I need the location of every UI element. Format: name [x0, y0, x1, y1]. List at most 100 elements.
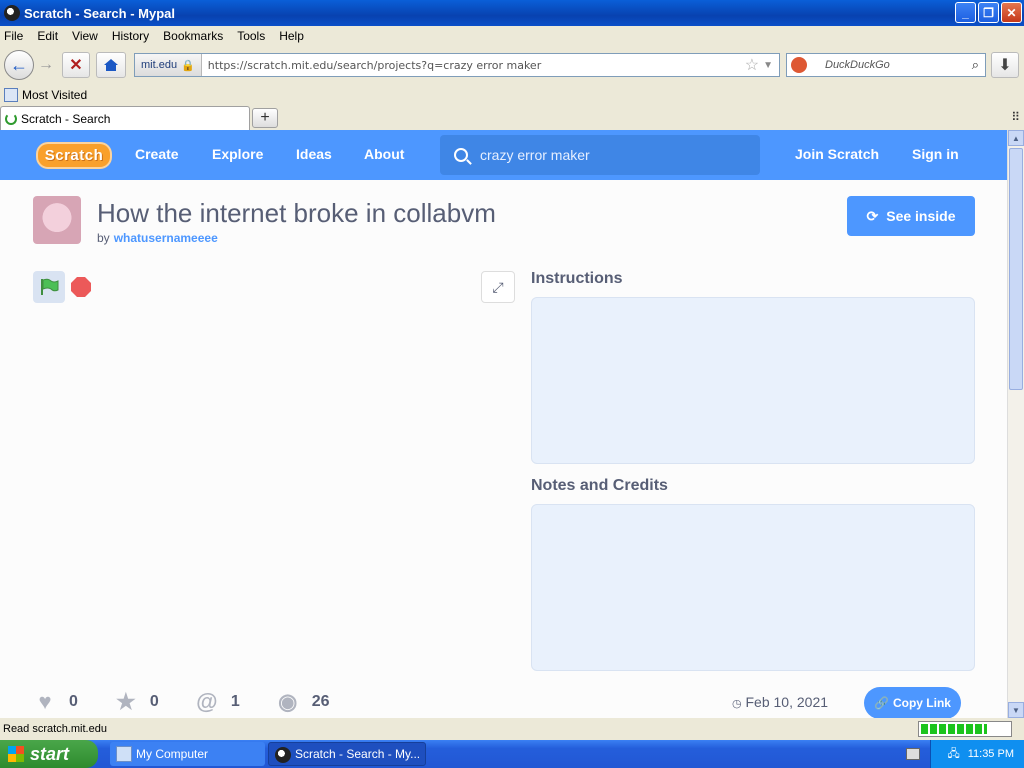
see-inside-label: See inside	[886, 208, 956, 224]
back-arrow-icon: ←	[10, 54, 28, 75]
project-date-text: Feb 10, 2021	[745, 694, 829, 710]
most-visited-icon	[4, 88, 18, 102]
close-window-button[interactable]: ✕	[1001, 2, 1022, 23]
loading-spinner-icon	[5, 112, 17, 125]
scroll-up-arrow[interactable]: ▲	[1008, 130, 1024, 146]
star-icon: ★	[116, 689, 136, 714]
menu-history[interactable]: History	[112, 29, 149, 43]
nav-ideas[interactable]: Ideas	[296, 146, 332, 162]
remix-spiral-icon: @	[196, 689, 218, 714]
site-identity-button[interactable]: mit.edu 🔒	[135, 54, 202, 76]
eye-icon: ◉	[278, 689, 298, 714]
windows-logo-icon	[8, 746, 24, 762]
search-icon[interactable]: ⌕	[972, 57, 979, 73]
nav-create[interactable]: Create	[135, 146, 179, 162]
tab-scratch-search[interactable]: Scratch - Search	[0, 106, 250, 130]
site-identity-label: mit.edu	[141, 59, 178, 71]
menu-file[interactable]: File	[4, 29, 23, 43]
green-flag-icon	[41, 278, 59, 295]
keyboard-icon[interactable]	[906, 748, 920, 760]
scratch-search-input[interactable]: crazy error maker	[440, 135, 760, 175]
page-content: Scratch Create Explore Ideas About crazy…	[0, 130, 1007, 718]
remix-stat: @ 1	[195, 689, 240, 714]
clock: 11:35 PM	[967, 748, 1014, 760]
tab-list-icon[interactable]: ⠿	[1011, 110, 1020, 124]
author-link[interactable]: whatusernameeee	[114, 231, 218, 245]
scratch-logo[interactable]: Scratch	[36, 142, 112, 169]
copy-link-button[interactable]: 🔗 Copy Link	[864, 687, 961, 718]
instructions-panel	[531, 297, 975, 464]
views-stat: ◉ 26	[276, 689, 330, 714]
minimize-button[interactable]: _	[955, 2, 976, 23]
menu-help[interactable]: Help	[279, 29, 304, 43]
most-visited-bookmark[interactable]: Most Visited	[22, 88, 87, 102]
favorite-count: 0	[149, 693, 159, 710]
project-title: How the internet broke in collabvm	[97, 198, 496, 228]
fullscreen-button[interactable]: ⤢	[481, 271, 515, 303]
stop-button[interactable]: ✕	[62, 52, 90, 78]
home-button[interactable]	[96, 52, 126, 78]
window-title: Scratch - Search - Mypal	[24, 5, 175, 21]
menu-tools[interactable]: Tools	[237, 29, 265, 43]
project-stats: ♥ 0 ★ 0 @ 1 ◉ 26	[33, 689, 366, 714]
bookmark-star-icon[interactable]: ☆	[745, 55, 759, 75]
restore-button[interactable]: ❐	[978, 2, 999, 23]
home-icon	[104, 59, 118, 71]
taskbar-item-my-computer[interactable]: My Computer	[110, 742, 265, 766]
download-arrow-icon: ⬇	[998, 57, 1012, 74]
plus-icon: +	[260, 109, 270, 126]
see-inside-button[interactable]: ⟳ See inside	[847, 196, 975, 236]
tab-strip: Scratch - Search + ⠿	[0, 106, 1024, 130]
sign-in-link[interactable]: Sign in	[912, 146, 959, 162]
tab-label: Scratch - Search	[21, 111, 111, 126]
url-bar[interactable]: mit.edu 🔒 https://scratch.mit.edu/search…	[134, 53, 780, 77]
love-stat[interactable]: ♥ 0	[33, 689, 77, 714]
duckduckgo-icon[interactable]	[791, 57, 807, 73]
views-count: 26	[311, 693, 330, 710]
web-search-box[interactable]: DuckDuckGo ⌕	[786, 53, 986, 77]
system-tray: 🖧 11:35 PM	[930, 740, 1024, 768]
lock-icon: 🔒	[181, 59, 195, 72]
menu-view[interactable]: View	[72, 29, 98, 43]
taskbar-item-label: My Computer	[136, 747, 209, 761]
by-label: by	[97, 231, 110, 245]
search-query-text[interactable]: crazy error maker	[480, 147, 590, 163]
scroll-thumb[interactable]	[1009, 148, 1023, 390]
nav-explore[interactable]: Explore	[212, 146, 263, 162]
scratch-navbar: Scratch Create Explore Ideas About crazy…	[0, 130, 1007, 180]
link-icon: 🔗	[874, 696, 889, 710]
forward-arrow-icon: →	[38, 56, 54, 73]
window-titlebar[interactable]: Scratch - Search - Mypal _ ❐ ✕	[0, 0, 1024, 26]
author-avatar[interactable]	[33, 196, 81, 244]
menu-bookmarks[interactable]: Bookmarks	[163, 29, 223, 43]
menu-edit[interactable]: Edit	[37, 29, 58, 43]
taskbar-item-scratch[interactable]: Scratch - Search - My...	[268, 742, 426, 766]
favorite-stat[interactable]: ★ 0	[114, 689, 159, 714]
nav-about[interactable]: About	[364, 146, 404, 162]
join-scratch-link[interactable]: Join Scratch	[795, 146, 879, 162]
search-icon	[454, 148, 468, 162]
loading-progress-bar	[918, 721, 1012, 737]
notes-credits-heading: Notes and Credits	[531, 477, 668, 494]
copy-link-label: Copy Link	[892, 696, 951, 710]
downloads-button[interactable]: ⬇	[991, 52, 1019, 78]
start-button[interactable]: start	[0, 740, 98, 768]
scratch-logo-text: Scratch	[44, 147, 104, 164]
remix-arrows-icon: ⟳	[866, 207, 879, 224]
green-flag-button[interactable]	[33, 271, 65, 303]
status-text: Read scratch.mit.edu	[3, 723, 107, 735]
stop-sign-button[interactable]	[71, 277, 91, 297]
scroll-down-arrow[interactable]: ▼	[1008, 702, 1024, 718]
taskbar: start My Computer Scratch - Search - My.…	[0, 740, 1024, 768]
navigation-toolbar: ← → ✕ mit.edu 🔒 https://scratch.mit.edu/…	[0, 46, 1024, 84]
status-bar: Read scratch.mit.edu	[0, 718, 1024, 740]
forward-button[interactable]: →	[35, 55, 57, 75]
project-date: ◷ Feb 10, 2021	[732, 694, 828, 710]
back-button[interactable]: ←	[4, 50, 34, 80]
search-engine-placeholder[interactable]: DuckDuckGo	[825, 59, 972, 71]
page-scrollbar[interactable]: ▲ ▼	[1007, 130, 1024, 718]
url-text[interactable]: https://scratch.mit.edu/search/projects?…	[202, 59, 745, 72]
url-dropdown-icon[interactable]: ▼	[763, 60, 773, 71]
network-icon[interactable]: 🖧	[947, 745, 959, 764]
new-tab-button[interactable]: +	[252, 108, 278, 128]
